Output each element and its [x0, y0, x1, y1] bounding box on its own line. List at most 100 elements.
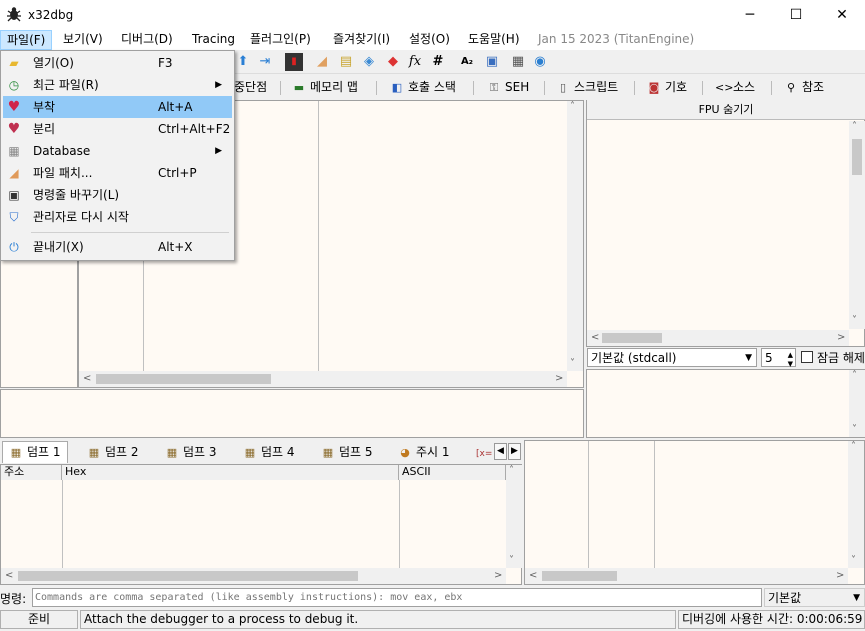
tab-label: 덤프 4	[261, 445, 295, 459]
menu-debug[interactable]: 디버그(D)	[115, 30, 179, 50]
arguments-pane: ˄ ˅	[586, 369, 865, 438]
menu-help[interactable]: 도움말(H)	[462, 30, 526, 50]
command-bar: 명령: 기본값 ▼	[0, 587, 865, 609]
menu-item-shortcut: Alt+A	[158, 100, 193, 114]
step-out-icon[interactable]: ⬆	[234, 53, 252, 71]
menu-item-detach[interactable]: ♥ 분리 Ctrl+Alt+F2	[3, 118, 232, 140]
run-to-user-icon[interactable]: ⇥	[256, 53, 274, 71]
tab-dump-2[interactable]: ▦ 덤프 2	[81, 442, 145, 464]
disassembly-vscroll[interactable]: ˄ ˅	[567, 101, 583, 371]
folder-icon: ▰	[9, 56, 19, 70]
menu-separator	[31, 232, 229, 233]
menu-item-attach[interactable]: ♥ 부착 Alt+A	[3, 96, 232, 118]
close-button[interactable]: ✕	[819, 0, 865, 30]
tab-dump-1[interactable]: ▦ 덤프 1	[2, 441, 68, 463]
status-bar: 준비 Attach the debugger to a process to d…	[0, 609, 865, 631]
fpu-toggle[interactable]: FPU 숨기기	[587, 100, 865, 120]
tab-label: 주시 1	[416, 445, 450, 459]
tab-seh[interactable]: ⚿ SEH	[481, 77, 535, 99]
registers-vscroll[interactable]: ˄ ˅	[849, 121, 865, 329]
column-address[interactable]: 주소	[1, 465, 62, 480]
database-icon: ▦	[8, 144, 20, 158]
trace-icon[interactable]: ▮	[285, 53, 303, 71]
disassembly-hscroll[interactable]: < >	[79, 371, 567, 387]
hash-icon[interactable]: #	[429, 53, 447, 71]
tab-watch-1[interactable]: ◕ 주시 1	[392, 442, 456, 464]
symbols-icon: ◙	[648, 81, 660, 94]
menu-plugins[interactable]: 플러그인(P)	[244, 30, 317, 50]
registers-pane[interactable]	[586, 100, 865, 347]
tab-symbols[interactable]: ◙ 기호	[641, 77, 693, 99]
tab-memory-map[interactable]: ▬ 메모리 맵	[286, 77, 364, 99]
arg-count-spinbox[interactable]: 5 ▲ ▼	[761, 348, 796, 368]
calculator-icon[interactable]: ▦	[509, 53, 527, 71]
column-ascii[interactable]: ASCII	[399, 465, 506, 480]
status-message: Attach the debugger to a process to debu…	[80, 610, 676, 629]
search-icon: ⚲	[786, 81, 796, 94]
dump-vscroll[interactable]: ˄ ˅	[506, 465, 522, 568]
menu-item-label: 파일 패치...	[33, 166, 93, 180]
functions-icon[interactable]: fx	[406, 53, 424, 71]
tab-label: 덤프 3	[183, 445, 217, 459]
maximize-button[interactable]: ☐	[773, 0, 819, 30]
menu-options[interactable]: 설정(O)	[403, 30, 456, 50]
dump-tabs-left-button[interactable]: ◀	[494, 443, 507, 460]
memory-icon: ▬	[293, 81, 305, 94]
menu-item-exit[interactable]: ⏻ 끝내기(X) Alt+X	[3, 236, 232, 258]
menu-item-shortcut: F3	[158, 56, 173, 70]
arguments-vscroll[interactable]: ˄ ˅	[849, 370, 865, 437]
menu-item-database[interactable]: ▦ Database ▶	[3, 140, 232, 162]
tab-references[interactable]: ⚲ 참조	[778, 77, 830, 99]
chevron-down-icon: ▼	[853, 593, 860, 603]
menu-item-label: 분리	[33, 122, 56, 136]
chevron-down-icon: ▼	[745, 353, 752, 363]
menu-item-restart-admin[interactable]: ⛉ 관리자로 다시 시작	[3, 206, 232, 228]
detach-heart-icon: ♥	[7, 121, 21, 137]
font-icon[interactable]: A₂	[458, 53, 476, 71]
info-pane	[0, 389, 584, 438]
stack-hscroll[interactable]: < >	[525, 568, 848, 584]
menu-item-open[interactable]: ▰ 열기(O) F3	[3, 52, 232, 74]
menu-file[interactable]: 파일(F)	[0, 30, 53, 50]
menu-item-label: 최근 파일(R)	[33, 78, 99, 92]
minimize-button[interactable]: ─	[727, 0, 773, 30]
column-hex[interactable]: Hex	[62, 465, 399, 480]
patch-toolbar-icon[interactable]: ◢	[313, 53, 331, 71]
tab-label: 소스	[733, 80, 756, 94]
unlock-checkbox[interactable]	[801, 351, 813, 363]
labels-icon[interactable]: ◈	[360, 53, 378, 71]
bookmarks-icon[interactable]: ◆	[384, 53, 402, 71]
tab-dump-5[interactable]: ▦ 덤프 5	[315, 442, 379, 464]
dump-tabs-right-button[interactable]: ▶	[508, 443, 521, 460]
menu-tracing[interactable]: Tracing	[186, 30, 241, 50]
seh-icon: ⚿	[489, 81, 499, 94]
tab-dump-4[interactable]: ▦ 덤프 4	[237, 442, 301, 464]
registers-hscroll[interactable]: < >	[587, 330, 849, 346]
stack-pane[interactable]: ˄ ˅ < >	[524, 440, 865, 585]
menu-view[interactable]: 보기(V)	[57, 30, 109, 50]
menu-favourites[interactable]: 즐겨찾기(I)	[327, 30, 396, 50]
tab-source[interactable]: <>소스	[709, 77, 761, 99]
command-mode-select[interactable]: 기본값 ▼	[764, 588, 865, 607]
tab-script[interactable]: ▯ 스크립트	[550, 77, 624, 99]
stack-vscroll[interactable]: ˄ ˅	[848, 441, 864, 568]
file-menu-dropdown: ▰ 열기(O) F3 ◷ 최근 파일(R) ▶ ♥ 부착 Alt+A ♥ 분리 …	[0, 50, 235, 261]
dump-pane[interactable]	[0, 464, 522, 585]
comments-icon[interactable]: ▤	[337, 53, 355, 71]
menu-bar: 파일(F) 보기(V) 디버그(D) Tracing 플러그인(P) 즐겨찾기(…	[0, 30, 865, 50]
dump-icon: ▦	[166, 446, 178, 459]
status-state: 준비	[0, 610, 78, 629]
command-input[interactable]	[32, 588, 762, 607]
recent-icon: ◷	[8, 78, 20, 92]
menu-item-recent-files[interactable]: ◷ 최근 파일(R) ▶	[3, 74, 232, 96]
tab-call-stack[interactable]: ◧ 호출 스택	[384, 77, 462, 99]
power-icon: ⏻	[9, 240, 19, 254]
globe-icon[interactable]: ◉	[531, 53, 549, 71]
calling-convention-select[interactable]: 기본값 (stdcall) ▼	[587, 348, 757, 367]
menu-item-change-cmdline[interactable]: ▣ 명령줄 바꾸기(L)	[3, 184, 232, 206]
tab-dump-3[interactable]: ▦ 덤프 3	[159, 442, 223, 464]
dump-hscroll[interactable]: < >	[1, 568, 506, 584]
command-mode-value: 기본값	[768, 591, 802, 605]
log-icon[interactable]: ▣	[483, 53, 501, 71]
menu-item-patch-file[interactable]: ◢ 파일 패치... Ctrl+P	[3, 162, 232, 184]
